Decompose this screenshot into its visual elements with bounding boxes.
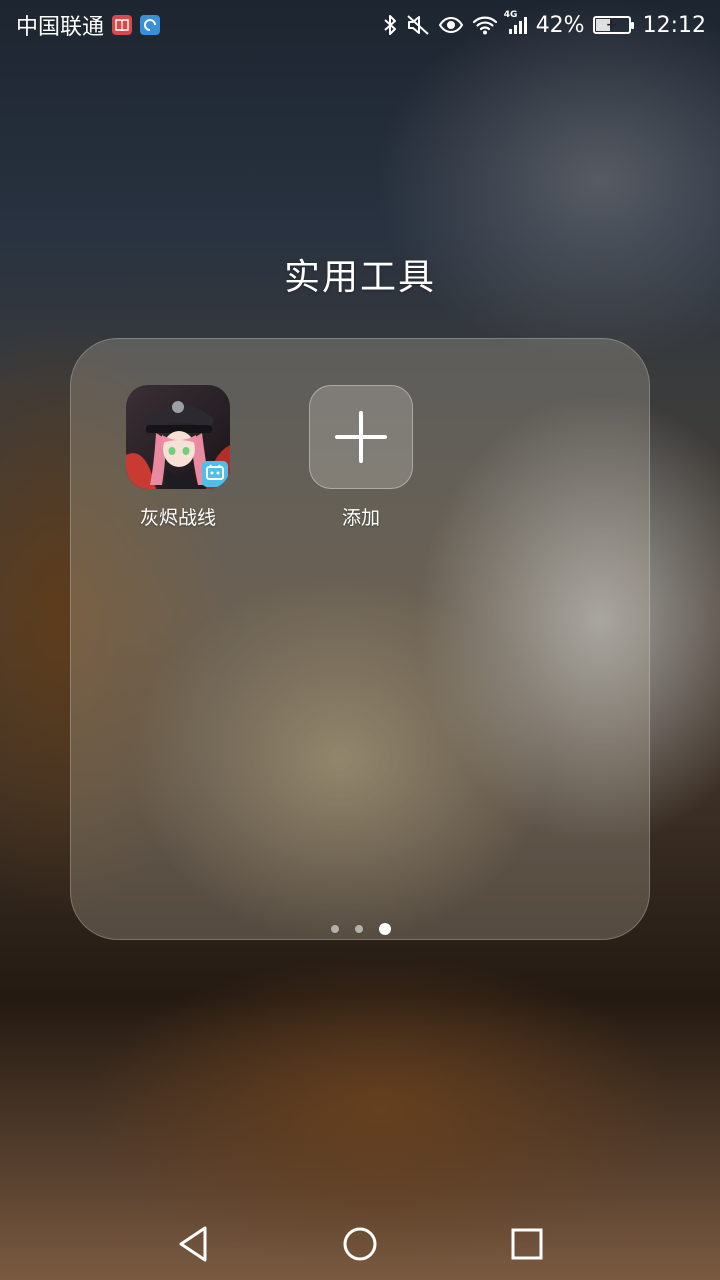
add-label: 添加 [341, 507, 380, 529]
clock: 12:12 [642, 12, 706, 38]
navigation-bar [0, 1208, 720, 1280]
battery-percent: 42% [535, 12, 585, 38]
home-icon [343, 1227, 377, 1261]
page-dot-active[interactable] [379, 923, 391, 935]
mute-icon [406, 13, 430, 37]
add-icon[interactable] [309, 385, 413, 489]
back-button[interactable] [163, 1214, 223, 1274]
game-app-icon[interactable] [126, 385, 230, 489]
battery-icon: + [592, 16, 634, 34]
status-bar-right: 4G 42% + 12:12 [382, 10, 706, 38]
app-hui-jin-zhan-xian[interactable]: 灰烬战线 [98, 385, 258, 530]
page-dot[interactable] [331, 925, 339, 933]
folder-title[interactable]: 实用工具 [0, 248, 720, 300]
home-button[interactable] [330, 1214, 390, 1274]
wifi-icon [472, 14, 498, 36]
book-app-icon [112, 15, 133, 35]
add-app-button[interactable]: 添加 [281, 385, 441, 530]
signal-icon: 4G [504, 10, 528, 36]
page-dot[interactable] [355, 925, 363, 933]
charging-icon: + [605, 17, 618, 33]
app-label: 灰烬战线 [139, 507, 216, 529]
recents-icon [511, 1228, 543, 1260]
page-indicator [71, 923, 651, 935]
eye-comfort-icon [438, 15, 464, 35]
network-type: 4G [503, 10, 518, 20]
status-bar: 中国联通 4G 42% + 12:12 [0, 0, 720, 50]
status-bar-left: 中国联通 [16, 9, 161, 41]
bluetooth-icon [382, 13, 398, 37]
recents-button[interactable] [497, 1214, 557, 1274]
folder-panel: 灰烬战线 添加 [70, 338, 650, 940]
carrier-name: 中国联通 [16, 15, 105, 40]
back-icon [179, 1226, 207, 1262]
browser-app-icon [140, 15, 161, 35]
